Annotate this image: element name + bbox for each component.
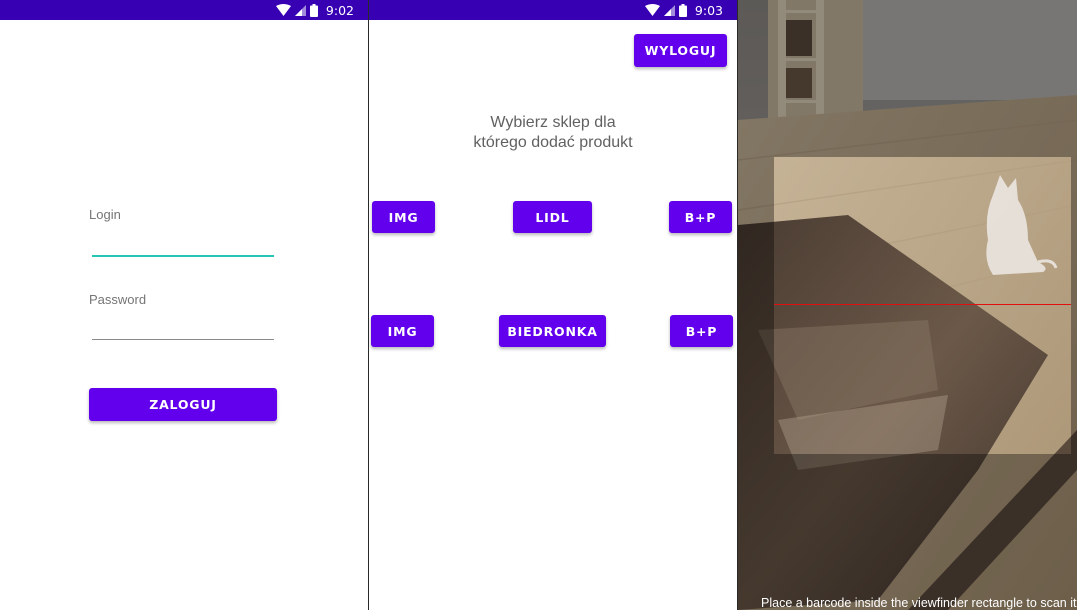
title-line-2: którego dodać produkt <box>473 134 633 151</box>
battery-icon <box>309 3 318 17</box>
login-underline <box>92 255 274 257</box>
scan-hint-text: Place a barcode inside the viewfinder re… <box>761 596 1077 610</box>
scanner-laser-line <box>774 304 1071 305</box>
title-line-1: Wybierz sklep dla <box>490 114 616 131</box>
login-button[interactable]: ZALOGUJ <box>89 388 277 421</box>
status-bar: 9:02 <box>0 0 368 20</box>
shop-button-biedronka[interactable]: BIEDRONKA <box>499 315 606 347</box>
scanner-screen: Place a barcode inside the viewfinder re… <box>738 0 1077 610</box>
password-label: Password <box>89 292 147 307</box>
password-input[interactable] <box>92 312 274 340</box>
img-button-lidl[interactable]: IMG <box>372 201 435 233</box>
login-screen: 9:02 Login Password ZALOGUJ <box>0 0 368 610</box>
logout-button[interactable]: WYLOGUJ <box>634 34 727 67</box>
bp-button-lidl[interactable]: B+P <box>669 201 732 233</box>
page-title: Wybierz sklep dla którego dodać produkt <box>369 113 737 153</box>
img-button-biedronka[interactable]: IMG <box>371 315 434 347</box>
status-bar: 9:03 <box>369 0 737 20</box>
status-time: 9:03 <box>694 2 723 18</box>
bp-button-biedronka[interactable]: B+P <box>670 315 733 347</box>
wifi-icon <box>644 4 660 16</box>
wifi-icon <box>275 4 291 16</box>
status-time: 9:02 <box>325 2 354 18</box>
shop-select-screen: 9:03 WYLOGUJ Wybierz sklep dla którego d… <box>369 0 737 610</box>
password-underline <box>92 339 274 340</box>
viewfinder-rectangle <box>774 157 1071 454</box>
battery-icon <box>678 3 687 17</box>
login-input[interactable] <box>92 228 274 256</box>
signal-icon <box>294 4 306 16</box>
signal-icon <box>663 4 675 16</box>
shop-button-lidl[interactable]: LIDL <box>513 201 592 233</box>
login-label: Login <box>89 207 121 222</box>
